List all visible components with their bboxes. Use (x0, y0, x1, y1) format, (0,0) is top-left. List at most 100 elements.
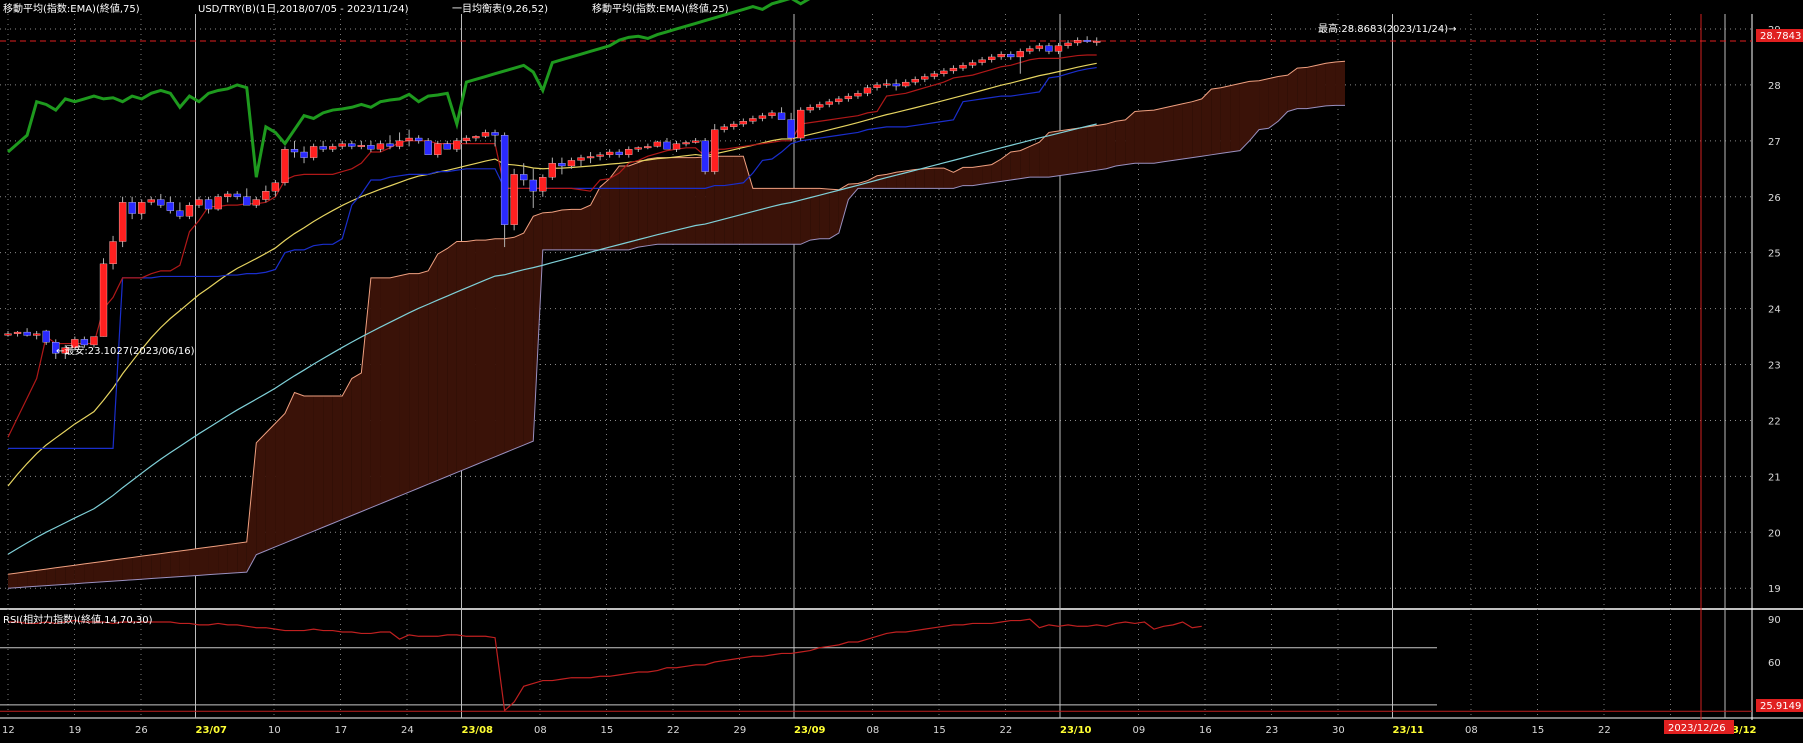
candle-body (911, 79, 919, 83)
candle-body (691, 140, 700, 143)
ema75-legend: 移動平均(指数:EMA)(終値,75) (3, 2, 140, 15)
x-tick-label: 22 (1598, 725, 1611, 736)
candle-body (491, 132, 499, 136)
candle-body (462, 137, 471, 141)
cloud-segment (752, 188, 763, 245)
candle-body (634, 147, 642, 150)
candle-body (835, 98, 843, 102)
candle-body (1073, 40, 1082, 44)
candle-body (653, 141, 662, 147)
x-tick-label: 15 (1532, 725, 1545, 736)
cloud-segment (294, 392, 305, 540)
candle-body (243, 196, 251, 206)
cloud-segment (1020, 146, 1030, 179)
candle-body (1083, 40, 1091, 42)
candle-body (863, 87, 872, 94)
cloud-segment (170, 551, 180, 578)
rsi-value-text: 25.9149 (1760, 701, 1801, 712)
cloud-segment (619, 165, 629, 250)
candle-body (711, 129, 719, 172)
candle-body (271, 182, 280, 192)
x-tick-label: 23/11 (1393, 725, 1425, 736)
x-tick-label: 12 (2, 725, 15, 736)
cloud-segment (915, 168, 925, 189)
cloud-segment (132, 556, 142, 580)
candle-body (1007, 53, 1015, 58)
rsi-value-badge: 25.9149 (1756, 699, 1803, 712)
candle-body (672, 143, 681, 150)
cloud-segment (199, 547, 209, 576)
candle-body (300, 151, 308, 158)
cloud-segment (218, 544, 228, 575)
candle-body (978, 59, 986, 63)
x-tick-label: 15 (601, 725, 614, 736)
cloud-segment (495, 238, 505, 457)
cloud-segment (514, 233, 524, 449)
candle-body (586, 156, 595, 159)
candle-body (739, 121, 747, 125)
candle-body (128, 202, 136, 214)
current-price-badge: 28.7843 (1756, 29, 1803, 42)
cloud-segment (1230, 83, 1240, 153)
candle-body (997, 53, 1005, 58)
cloud-segment (762, 188, 772, 245)
candle-body (214, 196, 222, 210)
cloud-segment (27, 570, 37, 587)
cloud-segment (409, 273, 419, 493)
candle-body (548, 163, 556, 178)
cloud-segment (1106, 121, 1116, 169)
y-tick-label: 22 (1768, 416, 1781, 427)
candle-body (930, 73, 938, 77)
cloud-segment (447, 241, 457, 477)
candle-body (4, 333, 12, 336)
candle-body (185, 204, 194, 217)
candle-body (138, 202, 146, 214)
cloud-segment (1144, 110, 1154, 164)
cloud-segment (877, 174, 887, 189)
cloud-segment (390, 275, 400, 500)
x-tick-label: 17 (335, 725, 348, 736)
candle-body (99, 263, 108, 337)
cloud-segment (466, 240, 476, 469)
cloud-segment (1087, 125, 1097, 172)
cloud-segment (55, 566, 66, 585)
candle-body (529, 179, 537, 192)
cloud-segment (829, 189, 839, 239)
candle-body (166, 202, 175, 211)
high-annotation: 最高:28.8683(2023/11/24)→ (1318, 22, 1457, 35)
candle-body (520, 174, 528, 181)
chart-canvas: 19 20 21 22 23 24 25 26 27 28 29 12 19 26 23/07 10 17 24 2… (0, 0, 1803, 743)
cloud-segment (1259, 78, 1269, 130)
cloud-segment (1096, 124, 1107, 171)
cloud-segment (332, 395, 343, 524)
candle-body (13, 331, 22, 334)
candle-body (988, 56, 996, 60)
candle-body (825, 101, 833, 105)
cloud-segment (1115, 119, 1126, 166)
cloud-segment (1211, 87, 1221, 155)
candle-body (1045, 45, 1053, 52)
candle-body (1054, 45, 1063, 52)
cloud-segment (1239, 81, 1250, 151)
cloud-segment (1325, 61, 1336, 106)
cloud-segment (963, 167, 973, 186)
candle-body (758, 115, 767, 119)
x-tick-label: 08 (1465, 725, 1478, 736)
x-tick-label: 22 (667, 725, 680, 736)
cloud-segment (122, 557, 133, 581)
cloud-segment (485, 238, 496, 461)
x-tick-label: 08 (867, 725, 880, 736)
cloud-segment (1192, 98, 1202, 158)
cloud-segment (323, 395, 333, 528)
candle-body (434, 143, 442, 155)
candle-body (797, 109, 805, 139)
y-tick-label: 25 (1768, 249, 1781, 260)
cloud-segment (313, 395, 324, 532)
candle-body (204, 199, 213, 210)
cloud-segment (542, 212, 553, 250)
candle-body (453, 140, 461, 150)
candle-body (806, 107, 814, 111)
candle-body (357, 145, 366, 147)
cloud-segment (265, 423, 276, 551)
cloud-segment (609, 165, 620, 250)
